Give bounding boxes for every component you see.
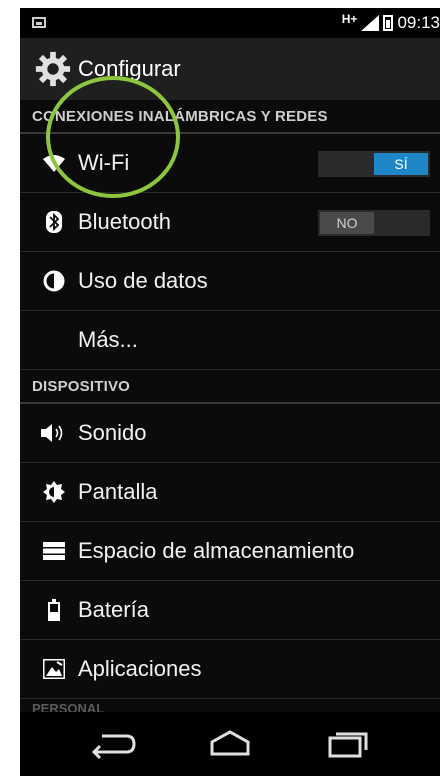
status-bar: H+ 09:13 xyxy=(20,8,440,38)
battery-label: Batería xyxy=(78,597,149,622)
battery-icon xyxy=(34,599,74,621)
action-bar: Configurar xyxy=(20,38,440,100)
bluetooth-label: Bluetooth xyxy=(78,209,171,234)
wifi-toggle[interactable]: SÍ xyxy=(318,151,430,177)
page-title: Configurar xyxy=(78,56,181,81)
battery-status-icon xyxy=(383,15,394,31)
wifi-label: Wi-Fi xyxy=(78,150,130,175)
bluetooth-toggle[interactable]: NO xyxy=(318,210,430,236)
back-icon[interactable] xyxy=(82,726,142,762)
settings-item-more[interactable]: Más... xyxy=(20,311,440,370)
section-header-device: DISPOSITIVO xyxy=(20,370,440,404)
notification-image-icon xyxy=(32,17,46,28)
network-type: H+ xyxy=(341,12,358,26)
home-icon[interactable] xyxy=(200,726,260,762)
settings-item-wifi[interactable]: Wi-Fi SÍ xyxy=(20,134,440,193)
wifi-toggle-state: SÍ xyxy=(374,153,428,175)
section-header-wireless: CONEXIONES INALÁMBRICAS Y REDES xyxy=(20,100,440,134)
data-usage-label: Uso de datos xyxy=(78,268,208,293)
brightness-icon xyxy=(34,481,74,503)
settings-item-data-usage[interactable]: Uso de datos xyxy=(20,252,440,311)
settings-item-sound[interactable]: Sonido xyxy=(20,404,440,463)
phone-screen: H+ 09:13 Configurar CONEXIONES INALÁMBRI… xyxy=(20,8,440,776)
bluetooth-toggle-state: NO xyxy=(320,212,374,234)
data-usage-icon xyxy=(34,270,74,292)
apps-label: Aplicaciones xyxy=(78,656,202,681)
more-label: Más... xyxy=(78,327,138,352)
display-label: Pantalla xyxy=(78,479,158,504)
settings-list: CONEXIONES INALÁMBRICAS Y REDES Wi-Fi SÍ xyxy=(20,100,440,716)
settings-item-bluetooth[interactable]: Bluetooth NO xyxy=(20,193,440,252)
storage-icon xyxy=(34,542,74,560)
gear-icon[interactable] xyxy=(34,50,72,88)
settings-item-battery[interactable]: Batería xyxy=(20,581,440,640)
navigation-bar xyxy=(20,712,440,776)
settings-item-apps[interactable]: Aplicaciones xyxy=(20,640,440,699)
wifi-icon xyxy=(34,154,74,172)
settings-item-display[interactable]: Pantalla xyxy=(20,463,440,522)
settings-item-storage[interactable]: Espacio de almacenamiento xyxy=(20,522,440,581)
recent-apps-icon[interactable] xyxy=(318,726,378,762)
signal-icon xyxy=(361,15,380,31)
sound-label: Sonido xyxy=(78,420,147,445)
apps-icon xyxy=(34,659,74,679)
status-time: 09:13 xyxy=(397,13,440,32)
bluetooth-icon xyxy=(34,211,74,233)
storage-label: Espacio de almacenamiento xyxy=(78,538,355,563)
speaker-icon xyxy=(34,423,74,443)
